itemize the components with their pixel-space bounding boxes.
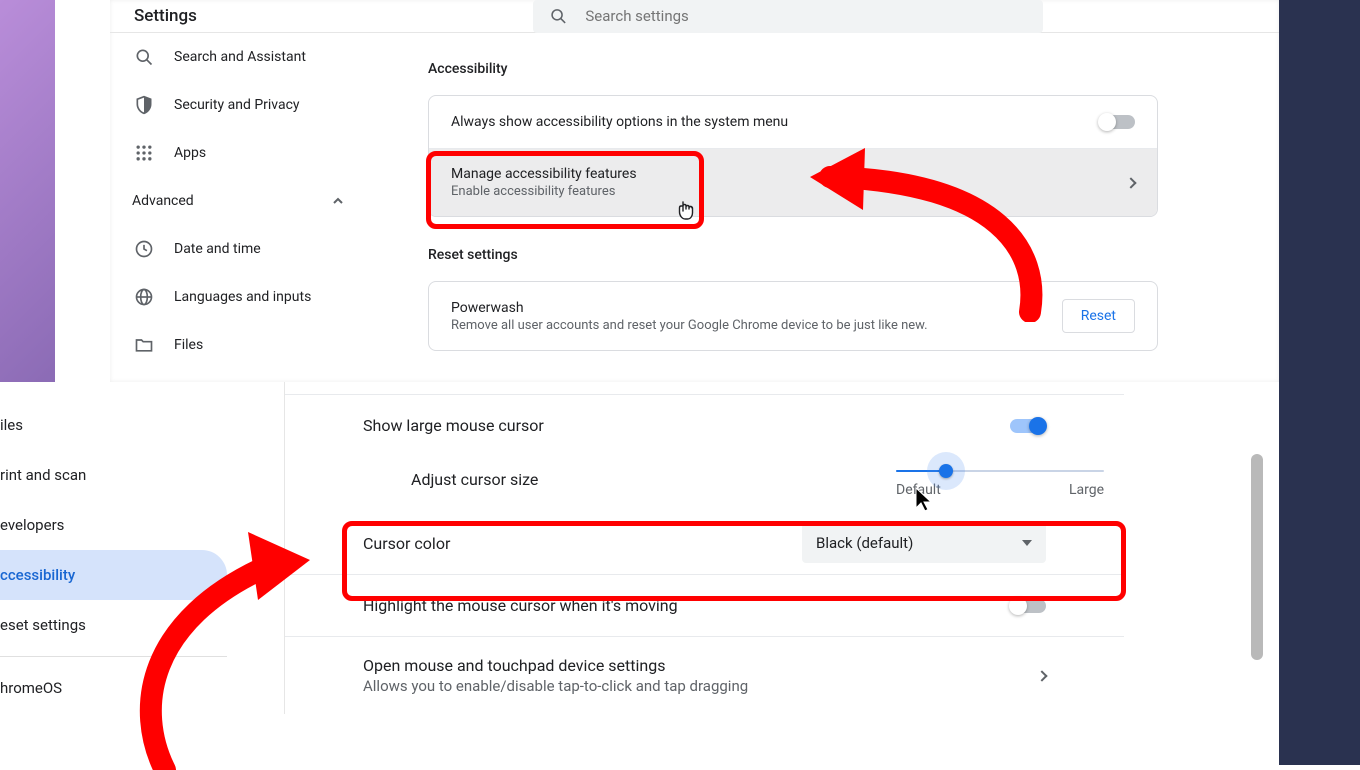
sidebar-item-label: Security and Privacy	[174, 97, 300, 113]
accessibility-section-title: Accessibility	[428, 61, 1158, 77]
sidebar-item-date-time[interactable]: Date and time	[110, 225, 370, 273]
settings-title: Settings	[134, 6, 197, 26]
reset-section-title: Reset settings	[428, 247, 1158, 263]
content-bottom: Show large mouse cursor Adjust cursor si…	[284, 382, 1124, 714]
sidebar-item-label: Search and Assistant	[174, 49, 306, 65]
shield-icon	[134, 95, 154, 115]
sidebar-item-label: Date and time	[174, 241, 261, 257]
sidebar-separator	[0, 656, 227, 657]
content-top: Accessibility Always show accessibility …	[428, 33, 1158, 351]
sidebar-item-security[interactable]: Security and Privacy	[110, 81, 370, 129]
sidebar-item-reset-settings[interactable]: eset settings	[0, 600, 227, 650]
folder-icon	[134, 335, 154, 355]
sidebar-item-developers[interactable]: evelopers	[0, 500, 227, 550]
sidebar-advanced-toggle[interactable]: Advanced	[110, 177, 370, 225]
settings-window-top: Settings Search and Assistant Security a…	[110, 0, 1279, 382]
sidebar-item-chromeos[interactable]: hromeOS	[0, 663, 227, 713]
sidebar-item-files[interactable]: Files	[110, 321, 370, 369]
row-sublabel: Remove all user accounts and reset your …	[451, 318, 928, 333]
cursor-color-label: Cursor color	[363, 534, 450, 553]
globe-icon	[134, 287, 154, 307]
advanced-label: Advanced	[132, 193, 194, 209]
chevron-right-icon	[1125, 177, 1136, 188]
sidebar-item-languages[interactable]: Languages and inputs	[110, 273, 370, 321]
accessibility-card: Always show accessibility options in the…	[428, 95, 1158, 217]
desktop-wallpaper-right	[1279, 0, 1360, 765]
row-label: Highlight the mouse cursor when it's mov…	[363, 596, 678, 615]
row-show-large-cursor[interactable]: Show large mouse cursor	[285, 394, 1124, 456]
row-sublabel: Enable accessibility features	[451, 184, 637, 199]
reset-button[interactable]: Reset	[1062, 299, 1135, 333]
cursor-size-slider[interactable]	[896, 470, 1104, 472]
sidebar-top: Search and Assistant Security and Privac…	[110, 33, 370, 369]
sidebar-item-files-b[interactable]: iles	[0, 400, 227, 450]
sidebar-item-label: Files	[174, 337, 203, 353]
sidebar-item-search-assistant[interactable]: Search and Assistant	[110, 33, 370, 81]
row-always-show-accessibility[interactable]: Always show accessibility options in the…	[429, 96, 1157, 148]
sidebar-bottom: iles rint and scan evelopers ccessibilit…	[0, 382, 227, 713]
row-label: Show large mouse cursor	[363, 416, 544, 435]
cursor-color-select[interactable]: Black (default)	[802, 523, 1046, 563]
sidebar-item-apps[interactable]: Apps	[110, 129, 370, 177]
settings-header: Settings	[110, 0, 1279, 33]
toggle-large-cursor[interactable]	[1010, 419, 1046, 433]
row-highlight-cursor[interactable]: Highlight the mouse cursor when it's mov…	[285, 574, 1124, 636]
row-cursor-color: Cursor color Black (default)	[285, 512, 1124, 574]
row-open-mouse-settings[interactable]: Open mouse and touchpad device settings …	[285, 636, 1124, 714]
row-sublabel: Allows you to enable/disable tap-to-clic…	[363, 677, 748, 695]
row-label: Powerwash	[451, 300, 928, 316]
row-adjust-cursor-size: Adjust cursor size Default Large	[285, 456, 1124, 512]
slider-label: Adjust cursor size	[411, 470, 538, 489]
slider-max-label: Large	[1069, 482, 1104, 498]
dropdown-icon	[1022, 540, 1032, 546]
search-icon	[549, 6, 567, 26]
row-manage-accessibility[interactable]: Manage accessibility features Enable acc…	[429, 148, 1157, 216]
row-label: Always show accessibility options in the…	[451, 114, 788, 130]
row-label: Manage accessibility features	[451, 166, 637, 182]
row-powerwash: Powerwash Remove all user accounts and r…	[429, 282, 1157, 350]
sidebar-item-label: Apps	[174, 145, 206, 161]
sidebar-item-accessibility[interactable]: ccessibility	[0, 550, 227, 600]
chevron-right-icon	[1036, 670, 1047, 681]
search-input[interactable]	[585, 7, 1027, 25]
toggle-highlight-cursor[interactable]	[1010, 599, 1046, 613]
toggle-always-show[interactable]	[1099, 115, 1135, 129]
settings-window-bottom: iles rint and scan evelopers ccessibilit…	[0, 382, 1265, 765]
sidebar-item-label: Languages and inputs	[174, 289, 311, 305]
sidebar-item-print-scan[interactable]: rint and scan	[0, 450, 227, 500]
chevron-up-icon	[332, 195, 344, 207]
search-field[interactable]	[533, 0, 1043, 33]
row-label: Open mouse and touchpad device settings	[363, 656, 748, 675]
clock-icon	[134, 239, 154, 259]
select-value: Black (default)	[816, 534, 913, 552]
desktop-wallpaper-left	[0, 0, 55, 382]
scrollbar-thumb[interactable]	[1251, 454, 1263, 660]
search-icon	[134, 47, 154, 67]
reset-card: Powerwash Remove all user accounts and r…	[428, 281, 1158, 351]
apps-grid-icon	[134, 143, 154, 163]
